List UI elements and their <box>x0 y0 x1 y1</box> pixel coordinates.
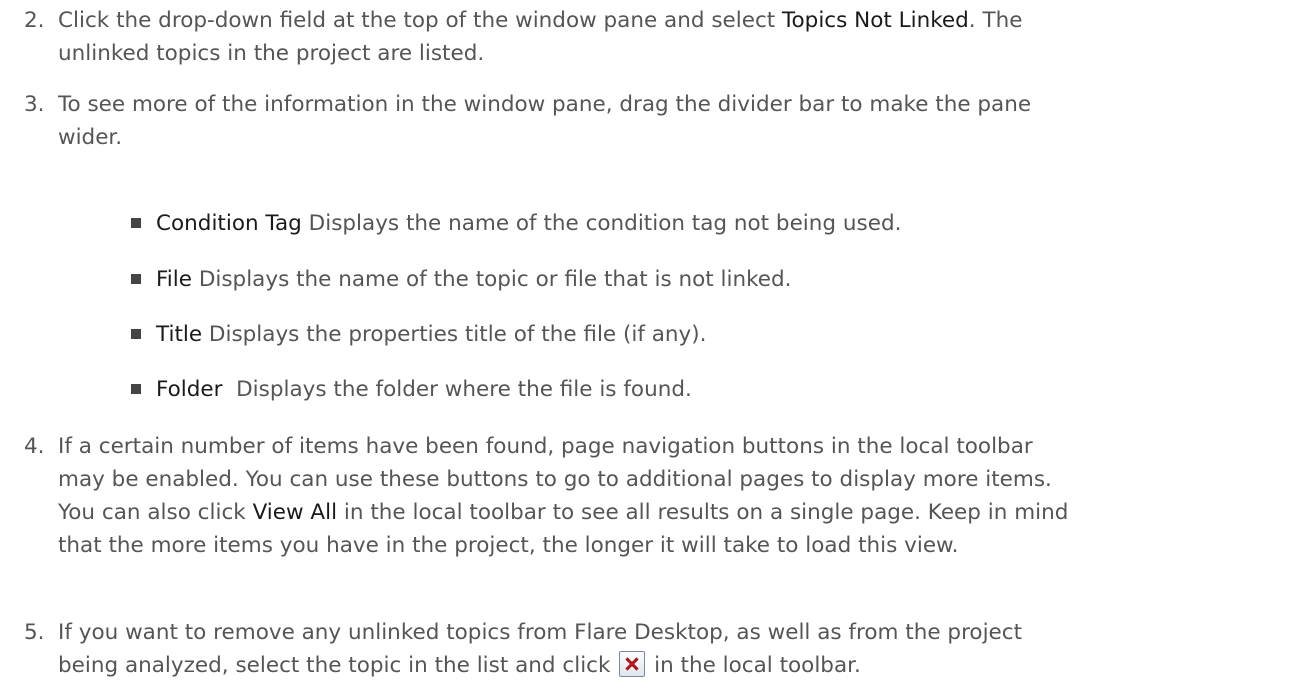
step-line: unlinked topics in the project are liste… <box>58 41 485 66</box>
term-description: Displays the properties title of the fil… <box>202 322 707 347</box>
step-line: wider. <box>58 125 123 150</box>
term-description: Displays the name of the topic or file t… <box>191 267 792 292</box>
term-label: Folder <box>156 377 223 402</box>
document-body: 2. Click the drop-down field at the top … <box>0 0 1299 690</box>
bullet-file: File Displays the name of the topic or f… <box>131 263 1271 296</box>
text-run: in the local toolbar to see all results … <box>337 500 1069 525</box>
term-label: File <box>156 267 192 292</box>
step-number: 2. <box>24 8 45 33</box>
term-description: Displays the name of the condition tag n… <box>301 211 902 236</box>
bullet-icon <box>131 384 141 394</box>
term-label: Title <box>156 322 203 347</box>
term-label: Condition Tag <box>156 211 302 236</box>
ui-term-topics-not-linked: Topics Not Linked <box>782 8 969 33</box>
step-line: being analyzed, select the topic in the … <box>58 649 1284 682</box>
step-text: If you want to remove any unlinked topic… <box>58 616 1284 682</box>
step-2: 2. Click the drop-down field at the top … <box>24 4 1284 70</box>
step-text: Click the drop-down field at the top of … <box>58 4 1284 70</box>
bullet-title: Title Displays the properties title of t… <box>131 318 1271 351</box>
step-line: To see more of the information in the wi… <box>58 92 1032 117</box>
text-run: You can also click <box>58 500 253 525</box>
step-5: 5. If you want to remove any unlinked to… <box>24 616 1284 682</box>
step-text: To see more of the information in the wi… <box>58 88 1284 154</box>
step-number: 3. <box>24 92 45 117</box>
text-run: being analyzed, select the topic in the … <box>58 653 618 678</box>
text-run: . The <box>968 8 1023 33</box>
step-number: 5. <box>24 620 45 645</box>
step-line: If a certain number of items have been f… <box>58 434 1033 459</box>
step-line: that the more items you have in the proj… <box>58 533 959 558</box>
delete-icon <box>619 651 646 677</box>
step-number: 4. <box>24 434 45 459</box>
text-run: Click the drop-down field at the top of … <box>58 8 783 33</box>
step-text: If a certain number of items have been f… <box>58 430 1284 562</box>
bullet-icon <box>131 274 141 284</box>
term-description: Displays the folder where the file is fo… <box>222 377 692 402</box>
ui-term-view-all: View All <box>252 500 338 525</box>
step-line: If you want to remove any unlinked topic… <box>58 620 1023 645</box>
step-4: 4. If a certain number of items have bee… <box>24 430 1284 562</box>
bullet-condition-tag: Condition Tag Displays the name of the c… <box>131 207 1271 240</box>
step-line: You can also click View All in the local… <box>58 496 1284 529</box>
step-line: Click the drop-down field at the top of … <box>58 4 1284 37</box>
text-run: in the local toolbar. <box>647 653 861 678</box>
bullet-icon <box>131 329 141 339</box>
bullet-icon <box>131 218 141 228</box>
bullet-folder: Folder Displays the folder where the fil… <box>131 373 1271 406</box>
step-3: 3. To see more of the information in the… <box>24 88 1284 154</box>
step-line: may be enabled. You can use these button… <box>58 467 1052 492</box>
